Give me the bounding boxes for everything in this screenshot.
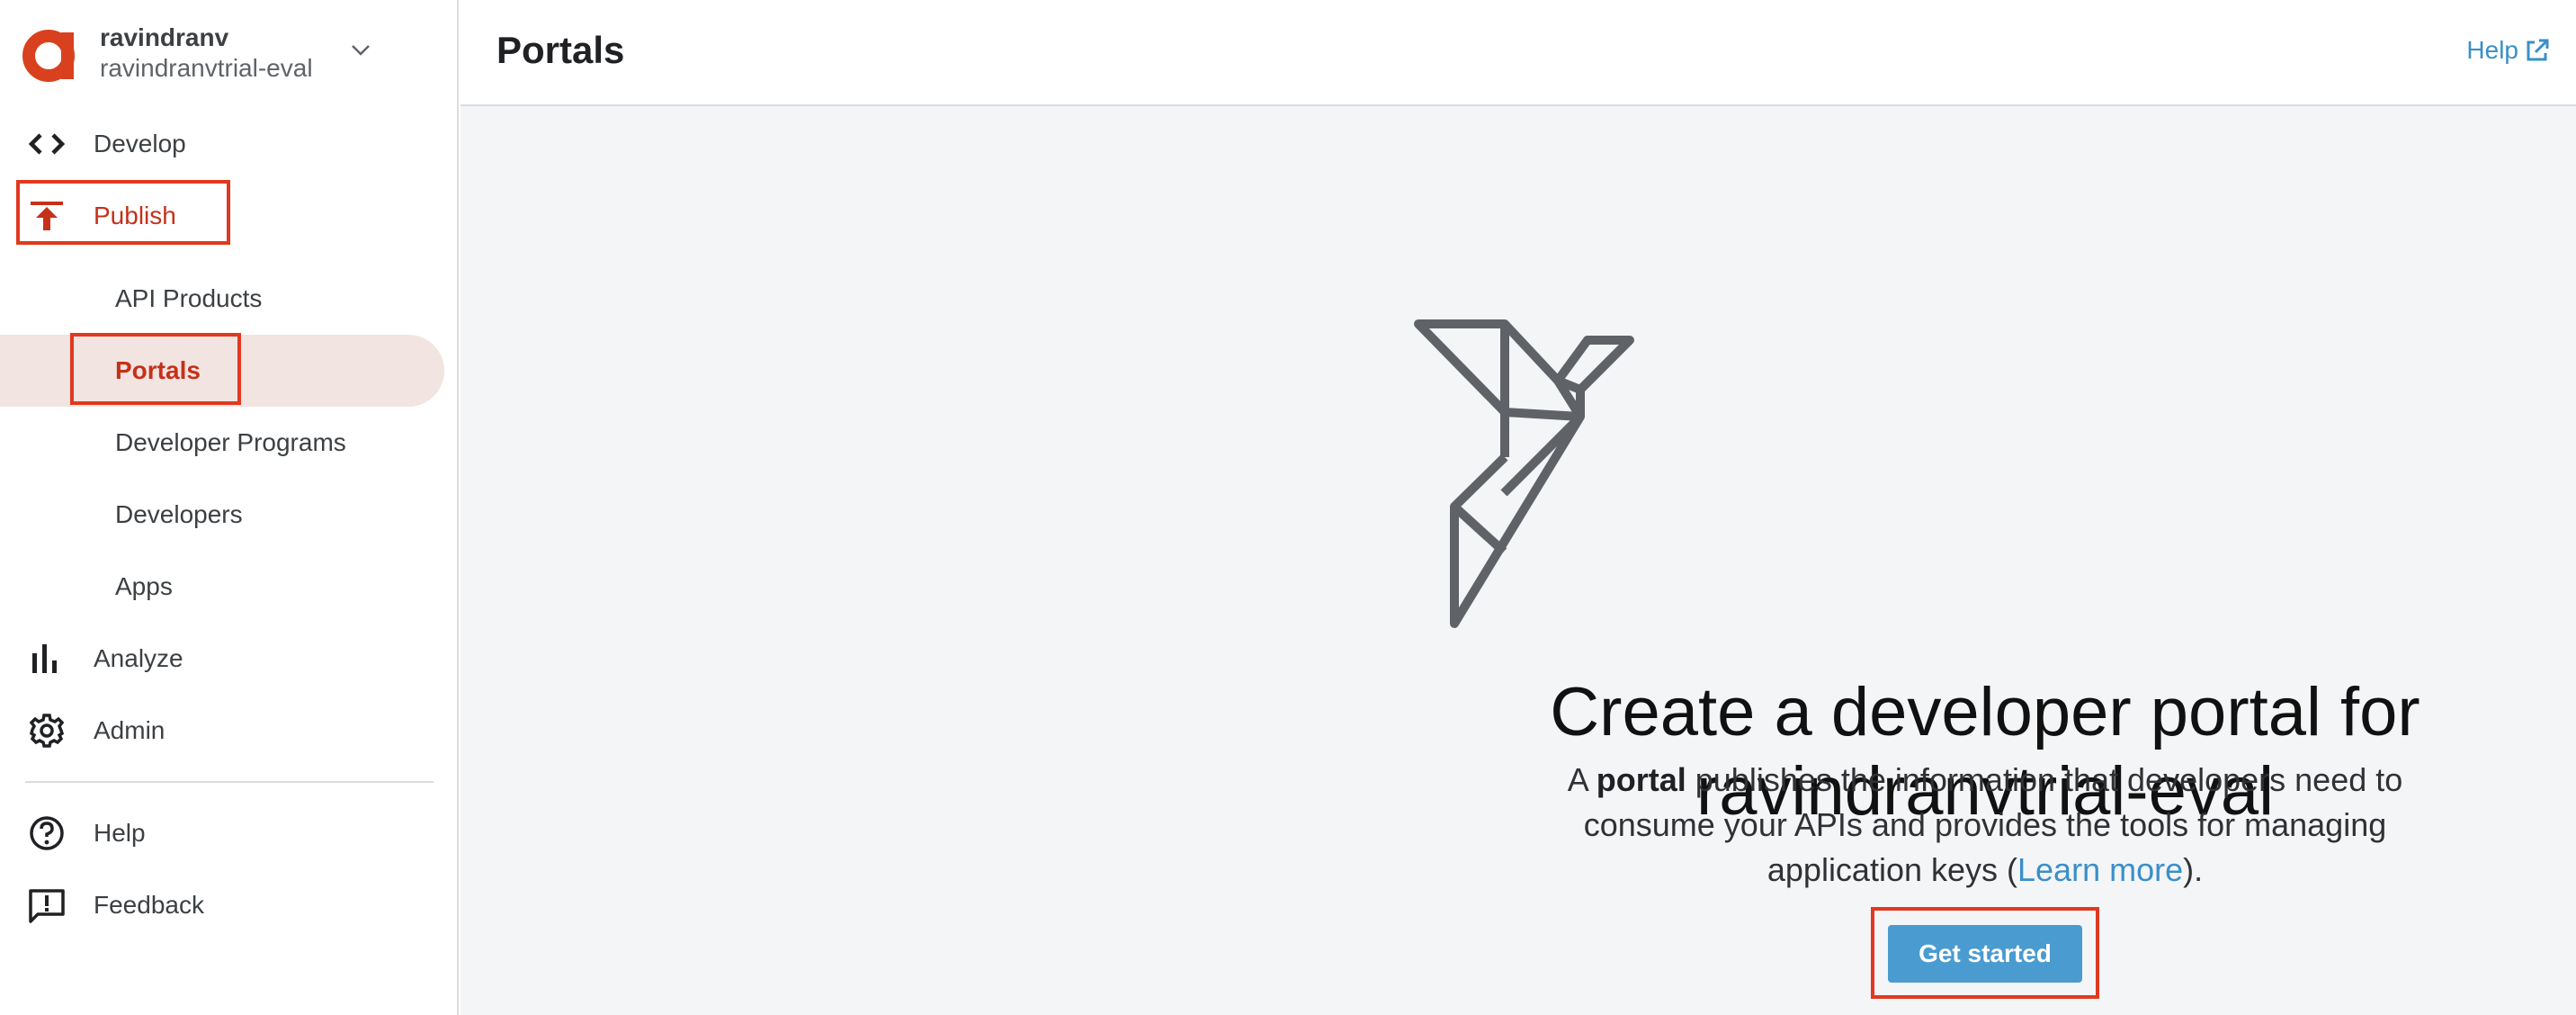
nav-analyze[interactable]: Analyze (0, 623, 459, 695)
nav-admin-label: Admin (94, 716, 165, 744)
question-circle-icon (30, 816, 64, 850)
feedback-icon (29, 889, 65, 923)
nav-publish[interactable]: Publish (0, 180, 459, 252)
nav-help[interactable]: Help (0, 797, 459, 869)
nav-apps[interactable]: Apps (0, 551, 444, 623)
main-content: Create a developer portal for ravindranv… (461, 106, 2576, 1015)
publish-upload-icon (31, 202, 63, 230)
hero-title-line1: Create a developer portal for (1550, 674, 2420, 750)
gear-icon (29, 714, 65, 748)
org-switcher[interactable]: ravindranv ravindranvtrial-eval (0, 0, 459, 117)
chevron-down-icon[interactable] (345, 36, 376, 63)
learn-more-link[interactable]: Learn more (2017, 851, 2183, 888)
sidebar-divider (25, 781, 434, 783)
nav-apps-label: Apps (115, 572, 173, 600)
nav-developer-programs[interactable]: Developer Programs (0, 407, 444, 479)
nav-feedback[interactable]: Feedback (0, 869, 459, 941)
code-brackets-icon (28, 133, 66, 155)
nav-api-products[interactable]: API Products (0, 263, 444, 335)
nav-api-products-label: API Products (115, 284, 263, 312)
desc-line3-end: ). (2183, 851, 2204, 888)
desc-line2: consume your APIs and provides the tools… (1583, 806, 2387, 843)
nav-analyze-label: Analyze (94, 644, 183, 672)
desc-bold-portal: portal (1596, 761, 1686, 798)
org-user-name: ravindranv (100, 23, 229, 51)
nav-admin[interactable]: Admin (0, 695, 459, 767)
nav-portals-label: Portals (115, 356, 201, 384)
external-link-icon (2527, 39, 2549, 61)
bar-chart-icon (32, 644, 57, 673)
page-header: Portals Help (461, 0, 2576, 106)
page-title: Portals (496, 29, 625, 71)
get-started-button[interactable]: Get started (1888, 925, 2082, 983)
nav-developers[interactable]: Developers (0, 479, 444, 551)
desc-line1-rest: publishes the information that developer… (1686, 761, 2403, 798)
org-name: ravindranvtrial-eval (100, 54, 313, 82)
nav-portals[interactable]: Portals (0, 335, 444, 407)
sidebar: ravindranv ravindranvtrial-eval Develop … (0, 0, 459, 1015)
nav-developers-label: Developers (115, 500, 243, 528)
nav-develop-label: Develop (94, 130, 186, 157)
nav-feedback-label: Feedback (94, 891, 204, 919)
nav-publish-label: Publish (94, 202, 176, 229)
origami-bird-icon (1414, 319, 1634, 628)
desc-line3-start: application keys ( (1767, 851, 2018, 888)
help-link-label: Help (2466, 36, 2518, 64)
nav-develop[interactable]: Develop (0, 108, 459, 180)
nav-developer-programs-label: Developer Programs (115, 428, 346, 456)
nav-help-label: Help (94, 819, 146, 847)
help-link[interactable]: Help (2466, 36, 2551, 65)
hero-description: A portal publishes the information that … (1535, 758, 2435, 893)
apigee-logo-icon (22, 30, 75, 82)
desc-prefix: A (1567, 761, 1597, 798)
